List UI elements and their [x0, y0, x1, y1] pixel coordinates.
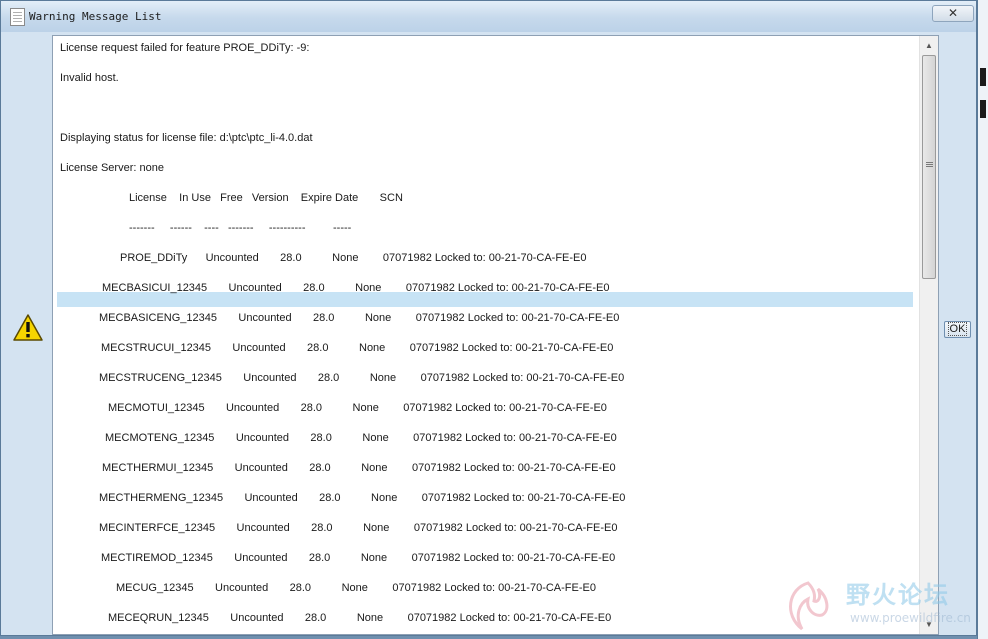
watermark-text: 野火论坛 [846, 581, 950, 609]
warning-message-window: Warning Message List ✕ License request f… [0, 0, 977, 636]
column-header-line: License In Use Free Version Expire Date … [129, 192, 403, 204]
message-content: License request failed for feature PROE_… [53, 36, 919, 634]
scroll-up-icon[interactable]: ▲ [921, 37, 937, 54]
grip-icon [926, 162, 933, 163]
ok-button-label: OK [947, 322, 968, 336]
license-row: MECMOTENG_12345 Uncounted 28.0 None 0707… [105, 432, 617, 444]
warning-icon [13, 314, 43, 341]
license-row: MECTIREMOD_12345 Uncounted 28.0 None 070… [101, 552, 616, 564]
license-row: MECMOTUI_12345 Uncounted 28.0 None 07071… [108, 402, 607, 414]
background-window-edge [977, 0, 988, 639]
window-title: Warning Message List [29, 10, 162, 23]
vertical-scrollbar[interactable]: ▲ ▼ [919, 36, 938, 634]
dialog-body: License request failed for feature PROE_… [7, 32, 971, 635]
license-row: MECTHERMUI_12345 Uncounted 28.0 None 070… [102, 462, 616, 474]
edge-mark [980, 100, 986, 118]
watermark-url: www.proewildfire.cn [850, 611, 971, 625]
license-row: MECINTERFCE_12345 Uncounted 28.0 None 07… [99, 522, 618, 534]
license-row: PROE_DDiTy Uncounted 28.0 None 07071982 … [120, 252, 587, 264]
flame-logo-icon [789, 581, 829, 631]
license-row: MECSTRUCENG_12345 Uncounted 28.0 None 07… [99, 372, 625, 384]
edge-mark [980, 68, 986, 86]
title-bar[interactable]: Warning Message List ✕ [1, 1, 976, 32]
message-line: Displaying status for license file: d:\p… [60, 132, 313, 144]
license-row: MECUG_12345 Uncounted 28.0 None 07071982… [116, 582, 596, 594]
watermark: 野火论坛 www.proewildfire.cn [778, 573, 978, 637]
message-line: License Server: none [60, 162, 164, 174]
message-line: License request failed for feature PROE_… [60, 42, 310, 54]
scrollbar-thumb[interactable] [922, 55, 936, 279]
document-icon [10, 8, 25, 26]
license-row: MECTHERMENG_12345 Uncounted 28.0 None 07… [99, 492, 626, 504]
license-row: MECEQRUN_12345 Uncounted 28.0 None 07071… [108, 612, 612, 624]
message-list[interactable]: License request failed for feature PROE_… [52, 35, 939, 635]
message-line: Invalid host. [60, 72, 119, 84]
license-row: MECSTRUCUI_12345 Uncounted 28.0 None 070… [101, 342, 614, 354]
column-separator-line: ------- ------ ---- ------- ---------- -… [129, 222, 352, 234]
license-row: MECBASICUI_12345 Uncounted 28.0 None 070… [102, 282, 610, 294]
license-row: MECBASICENG_12345 Uncounted 28.0 None 07… [99, 312, 620, 324]
close-button[interactable]: ✕ [932, 5, 974, 22]
ok-button[interactable]: OK [944, 321, 971, 338]
